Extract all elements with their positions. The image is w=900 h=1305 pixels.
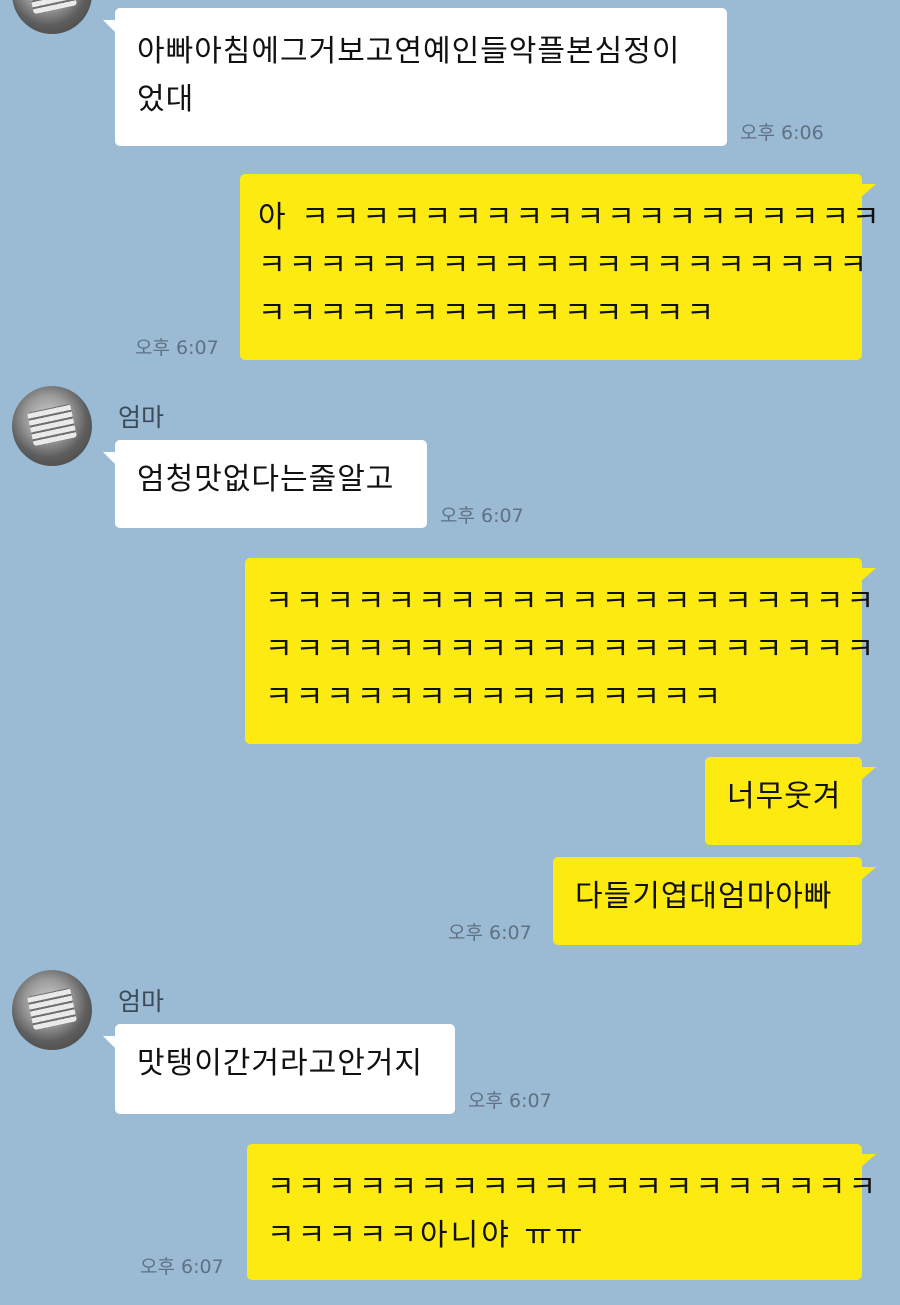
avatar-image (26, 403, 78, 447)
message-bubble-outgoing[interactable]: 아 ㅋㅋㅋㅋㅋㅋㅋㅋㅋㅋㅋㅋㅋㅋㅋㅋㅋㅋㅋ ㅋㅋㅋㅋㅋㅋㅋㅋㅋㅋㅋㅋㅋㅋㅋㅋㅋㅋ… (240, 174, 880, 360)
message-bubble-outgoing[interactable]: ㅋㅋㅋㅋㅋㅋㅋㅋㅋㅋㅋㅋㅋㅋㅋㅋㅋㅋㅋㅋ ㅋㅋㅋㅋㅋㅋㅋㅋㅋㅋㅋㅋㅋㅋㅋㅋㅋㅋㅋ… (245, 558, 876, 744)
message-bubble-outgoing[interactable]: ㅋㅋㅋㅋㅋㅋㅋㅋㅋㅋㅋㅋㅋㅋㅋㅋㅋㅋㅋㅋ ㅋㅋㅋㅋㅋ아니야 ㅠㅠ (247, 1144, 876, 1280)
avatar[interactable] (12, 0, 92, 34)
sender-name: 엄마 (118, 403, 165, 432)
avatar[interactable] (12, 970, 92, 1050)
message-timestamp: 오후 6:07 (448, 922, 532, 944)
avatar-image (26, 987, 78, 1031)
message-timestamp: 오후 6:06 (740, 122, 824, 144)
avatar[interactable] (12, 386, 92, 466)
message-bubble-incoming[interactable]: 아빠아침에그거보고연예인들악플본심정이 었대 (103, 8, 727, 146)
message-timestamp: 오후 6:07 (140, 1256, 224, 1278)
message-bubble-outgoing[interactable]: 너무웃겨 (705, 757, 876, 845)
message-bubble-incoming[interactable]: 맛탱이간거라고안거지 (103, 1024, 455, 1114)
chat-room: 아빠아침에그거보고연예인들악플본심정이 었대 오후 6:06 아 ㅋㅋㅋㅋㅋㅋㅋ… (0, 0, 900, 1305)
message-timestamp: 오후 6:07 (468, 1090, 552, 1112)
message-bubble-incoming[interactable]: 엄청맛없다는줄알고 (103, 440, 427, 528)
avatar-image (26, 0, 78, 15)
message-timestamp: 오후 6:07 (135, 337, 219, 359)
message-timestamp: 오후 6:07 (440, 505, 524, 527)
sender-name: 엄마 (118, 987, 165, 1016)
message-bubble-outgoing[interactable]: 다들기엽대엄마아빠 (553, 857, 876, 945)
